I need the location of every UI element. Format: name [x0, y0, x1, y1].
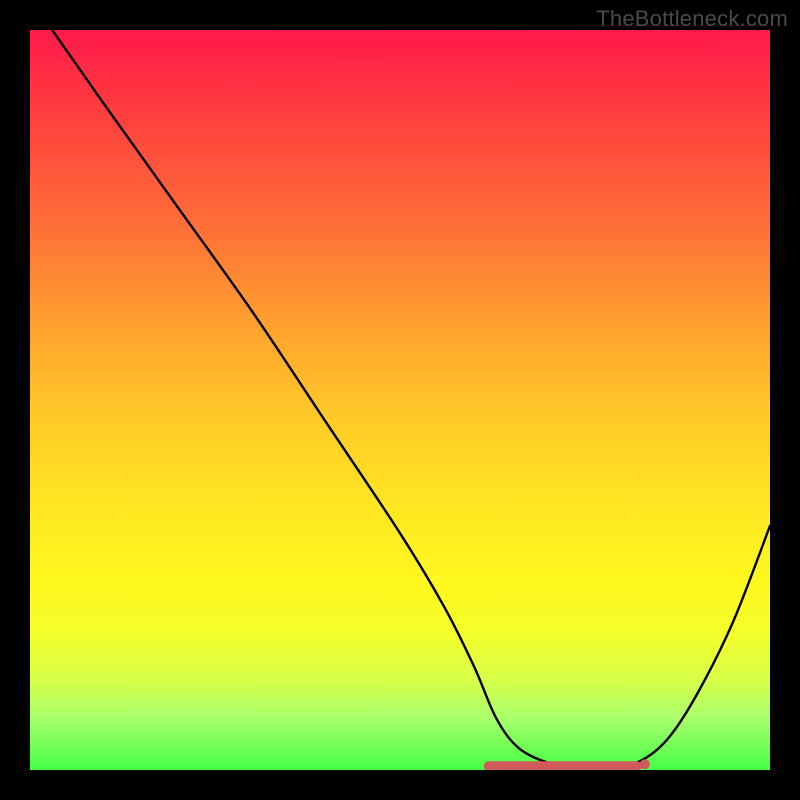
- optimal-band-end-dot: [640, 759, 650, 769]
- curve-line: [52, 30, 770, 767]
- watermark-text: TheBottleneck.com: [596, 6, 788, 32]
- plot-area: [30, 30, 770, 770]
- chart-svg: [30, 30, 770, 770]
- chart-container: TheBottleneck.com: [0, 0, 800, 800]
